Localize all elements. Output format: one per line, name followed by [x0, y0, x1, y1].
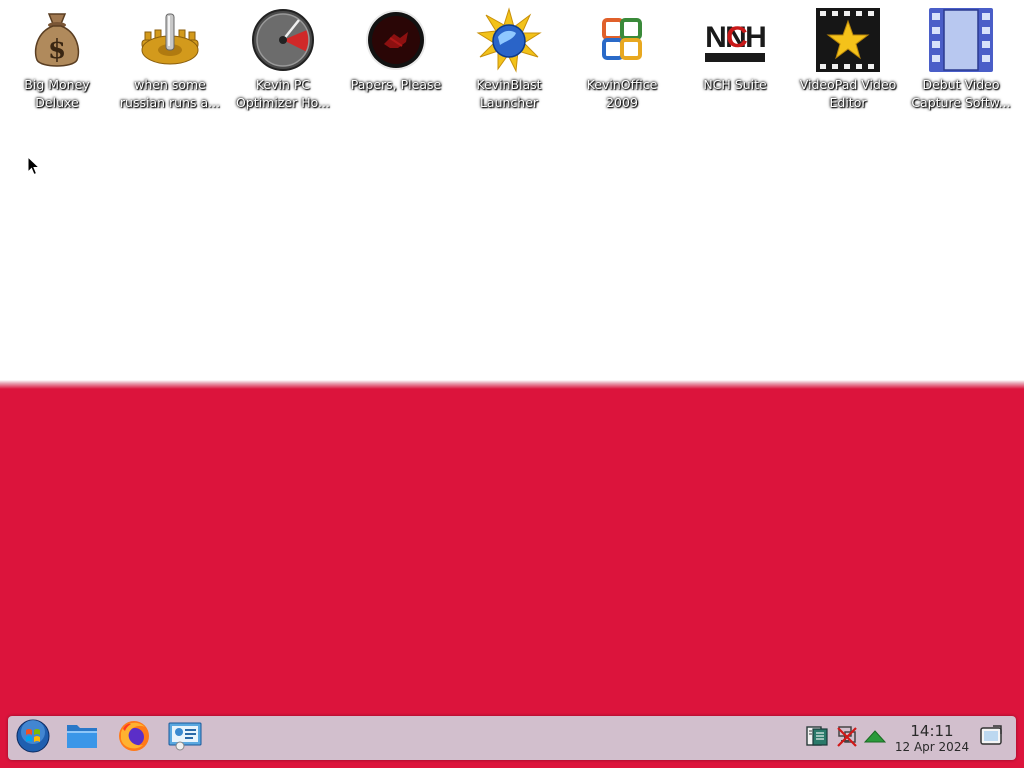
- joystick-gear-icon: [136, 6, 204, 74]
- desktop-icon-kevinoffice-2009[interactable]: KevinOffice 2009: [570, 6, 674, 112]
- clipboard-tray-button[interactable]: [804, 725, 830, 751]
- film-strip-icon: [927, 6, 995, 74]
- money-bag-icon: $: [23, 6, 91, 74]
- desktop-icon-label: NCH Suite: [703, 77, 767, 92]
- show-desktop-button[interactable]: [978, 725, 1004, 751]
- system-settings-button[interactable]: [165, 720, 205, 756]
- desktop-icon-videopad[interactable]: VideoPad Video Editor: [796, 6, 900, 112]
- firefox-icon: [117, 719, 151, 757]
- clock-time: 14:11: [910, 722, 954, 740]
- globe-sunburst-icon: [475, 6, 543, 74]
- desktop-icon-kevinblast-launcher[interactable]: KevinBlast Launcher: [457, 6, 561, 112]
- taskbar: 14:11 12 Apr 2024: [8, 716, 1016, 760]
- windows-orb-icon: [16, 719, 50, 757]
- desktop-icon-big-money-deluxe[interactable]: $ Big Money Deluxe: [5, 6, 109, 112]
- desktop-icon-label: KevinOffice 2009: [586, 77, 658, 110]
- svg-text:$: $: [48, 35, 66, 65]
- nch-logo-icon: N N C H: [701, 6, 769, 74]
- papers-please-emblem-icon: [362, 6, 430, 74]
- control-panel-icon: [168, 721, 202, 755]
- clipboard-icon: [805, 725, 829, 751]
- mouse-cursor-icon: [27, 155, 41, 180]
- clock-date: 12 Apr 2024: [894, 740, 970, 754]
- file-manager-button[interactable]: [62, 720, 102, 756]
- desktop-icon-label: Papers, Please: [350, 77, 442, 92]
- office-logo-icon: [588, 6, 656, 74]
- desktop-icon-label: Kevin PC Optimizer Ho...: [236, 77, 330, 110]
- network-tray-button[interactable]: [834, 725, 860, 751]
- network-off-icon: [835, 724, 859, 752]
- svg-text:N: N: [705, 21, 727, 54]
- speedometer-icon: [249, 6, 317, 74]
- folder-icon: [66, 722, 98, 754]
- desktop-icon-papers-please[interactable]: Papers, Please: [344, 6, 448, 94]
- clock[interactable]: 14:11 12 Apr 2024: [892, 722, 972, 755]
- film-star-icon: [814, 6, 882, 74]
- svg-text:H: H: [745, 21, 767, 54]
- desktop-icon-russian[interactable]: when some russian runs a...: [118, 6, 222, 112]
- desktop-icons: $ Big Money Deluxe when some russian run…: [0, 0, 1024, 120]
- wallpaper-red-band: [0, 380, 1024, 768]
- firefox-button[interactable]: [114, 720, 154, 756]
- desktop-icon-label: Big Money Deluxe: [24, 77, 90, 110]
- desktop-icon-label: Debut Video Capture Softw...: [911, 77, 1011, 110]
- arrow-up-icon: [863, 729, 887, 748]
- start-button[interactable]: [13, 719, 53, 757]
- desktop-icon-label: KevinBlast Launcher: [476, 77, 542, 110]
- desktop-icon-kevin-pc-optimizer[interactable]: Kevin PC Optimizer Ho...: [231, 6, 335, 112]
- desktop-icon-nch-suite[interactable]: N N C H NCH Suite: [683, 6, 787, 94]
- show-hidden-icons-button[interactable]: [862, 725, 888, 751]
- desktop-icon-label: VideoPad Video Editor: [799, 77, 897, 110]
- desktop-icon-label: when some russian runs a...: [119, 77, 221, 110]
- desktop-icon-debut-video-capture[interactable]: Debut Video Capture Softw...: [909, 6, 1013, 112]
- show-desktop-icon: [979, 724, 1003, 752]
